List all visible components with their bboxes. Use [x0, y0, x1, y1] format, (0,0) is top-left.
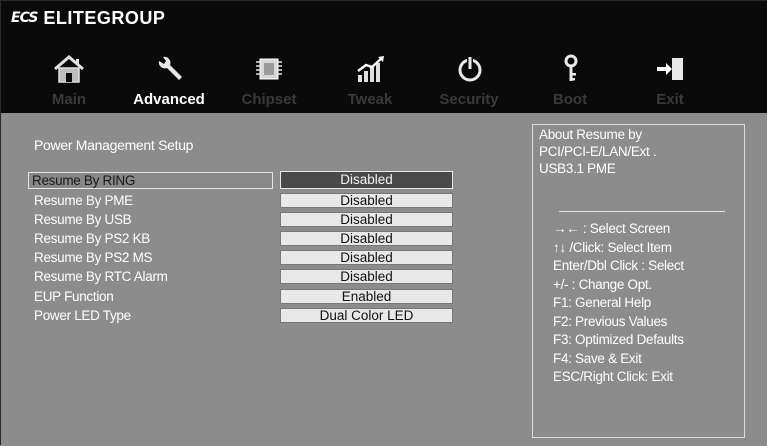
chart-icon[interactable]	[351, 51, 391, 87]
tab-bar: Main Advanced Chipset Tweak Security Boo…	[1, 89, 767, 111]
tab-tweak[interactable]: Tweak	[320, 89, 420, 111]
value-resume-by-usb[interactable]: Disabled	[280, 212, 453, 227]
help-description: About Resume by PCI/PCI-E/LAN/Ext . USB3…	[539, 126, 739, 177]
help-about-line: USB3.1 PME	[539, 161, 616, 176]
setting-label: Power LED Type	[34, 308, 131, 323]
tab-chipset[interactable]: Chipset	[219, 89, 319, 111]
setting-label: Resume By USB	[34, 212, 132, 227]
tab-exit[interactable]: Exit	[620, 89, 720, 111]
value-eup-function[interactable]: Enabled	[280, 289, 453, 304]
tab-main[interactable]: Main	[19, 89, 119, 111]
setting-resume-by-ps2-kb[interactable]: Resume By PS2 KB	[28, 230, 273, 247]
key-hint: F3: Optimized Defaults	[553, 332, 684, 347]
help-about-line: PCI/PCI-E/LAN/Ext .	[539, 144, 657, 159]
settings-panel: Power Management Setup Resume By RING Di…	[1, 113, 767, 446]
bios-window: ECS ELITEGROUP Main Advanced Chipset Twe…	[0, 0, 767, 446]
section-title: Power Management Setup	[34, 137, 194, 153]
setting-power-led-type[interactable]: Power LED Type	[28, 307, 273, 324]
brand-logo: ECS ELITEGROUP	[11, 7, 165, 29]
value-resume-by-ps2-kb[interactable]: Disabled	[280, 231, 453, 246]
setting-label: EUP Function	[34, 289, 114, 304]
brand-name: ELITEGROUP	[43, 7, 166, 28]
home-icon[interactable]	[49, 51, 89, 87]
menu-icon-row	[1, 51, 767, 87]
setting-label: Resume By PME	[34, 193, 133, 208]
value-resume-by-rtc-alarm[interactable]: Disabled	[280, 269, 453, 284]
setting-resume-by-rtc-alarm[interactable]: Resume By RTC Alarm	[28, 268, 273, 285]
tab-boot[interactable]: Boot	[520, 89, 620, 111]
tab-security[interactable]: Security	[419, 89, 519, 111]
key-hint: F4: Save & Exit	[553, 350, 642, 366]
exit-icon[interactable]	[651, 51, 691, 87]
wrench-icon[interactable]	[150, 51, 190, 87]
setting-eup-function[interactable]: EUP Function	[28, 288, 273, 305]
value-power-led-type[interactable]: Dual Color LED	[280, 308, 453, 323]
brand-mark: ECS	[11, 10, 38, 26]
key-hint: F1: General Help	[553, 295, 651, 310]
tab-advanced[interactable]: Advanced	[119, 89, 219, 111]
top-bar: ECS ELITEGROUP Main Advanced Chipset Twe…	[1, 1, 767, 113]
setting-label: Resume By PS2 MS	[34, 250, 153, 265]
setting-label: Resume By RING	[32, 173, 136, 188]
setting-resume-by-usb[interactable]: Resume By USB	[28, 211, 273, 228]
key-hint: ↑↓ /Click: Select Item	[553, 239, 672, 255]
chip-icon[interactable]	[249, 51, 289, 87]
setting-label: Resume By PS2 KB	[34, 231, 151, 246]
key-hint: +/- : Change Opt.	[553, 276, 652, 292]
key-legend: →← : Select Screen ↑↓ /Click: Select Ite…	[553, 220, 743, 387]
setting-label: Resume By RTC Alarm	[34, 269, 168, 284]
setting-resume-by-ring[interactable]: Resume By RING	[28, 172, 273, 189]
key-icon[interactable]	[551, 51, 591, 87]
power-icon[interactable]	[450, 51, 490, 87]
help-panel: About Resume by PCI/PCI-E/LAN/Ext . USB3…	[532, 124, 745, 438]
setting-resume-by-pme[interactable]: Resume By PME	[28, 192, 273, 209]
key-hint: ESC/Right Click: Exit	[553, 369, 673, 384]
key-hint: Enter/Dbl Click : Select	[553, 258, 684, 273]
value-resume-by-pme[interactable]: Disabled	[280, 193, 453, 208]
key-hint: →← : Select Screen	[553, 221, 670, 236]
key-hint: F2: Previous Values	[553, 313, 668, 329]
help-about-line: About Resume by	[539, 127, 642, 142]
value-resume-by-ps2-ms[interactable]: Disabled	[280, 250, 453, 265]
help-divider	[559, 211, 725, 212]
setting-resume-by-ps2-ms[interactable]: Resume By PS2 MS	[28, 249, 273, 266]
value-resume-by-ring[interactable]: Disabled	[280, 171, 453, 189]
